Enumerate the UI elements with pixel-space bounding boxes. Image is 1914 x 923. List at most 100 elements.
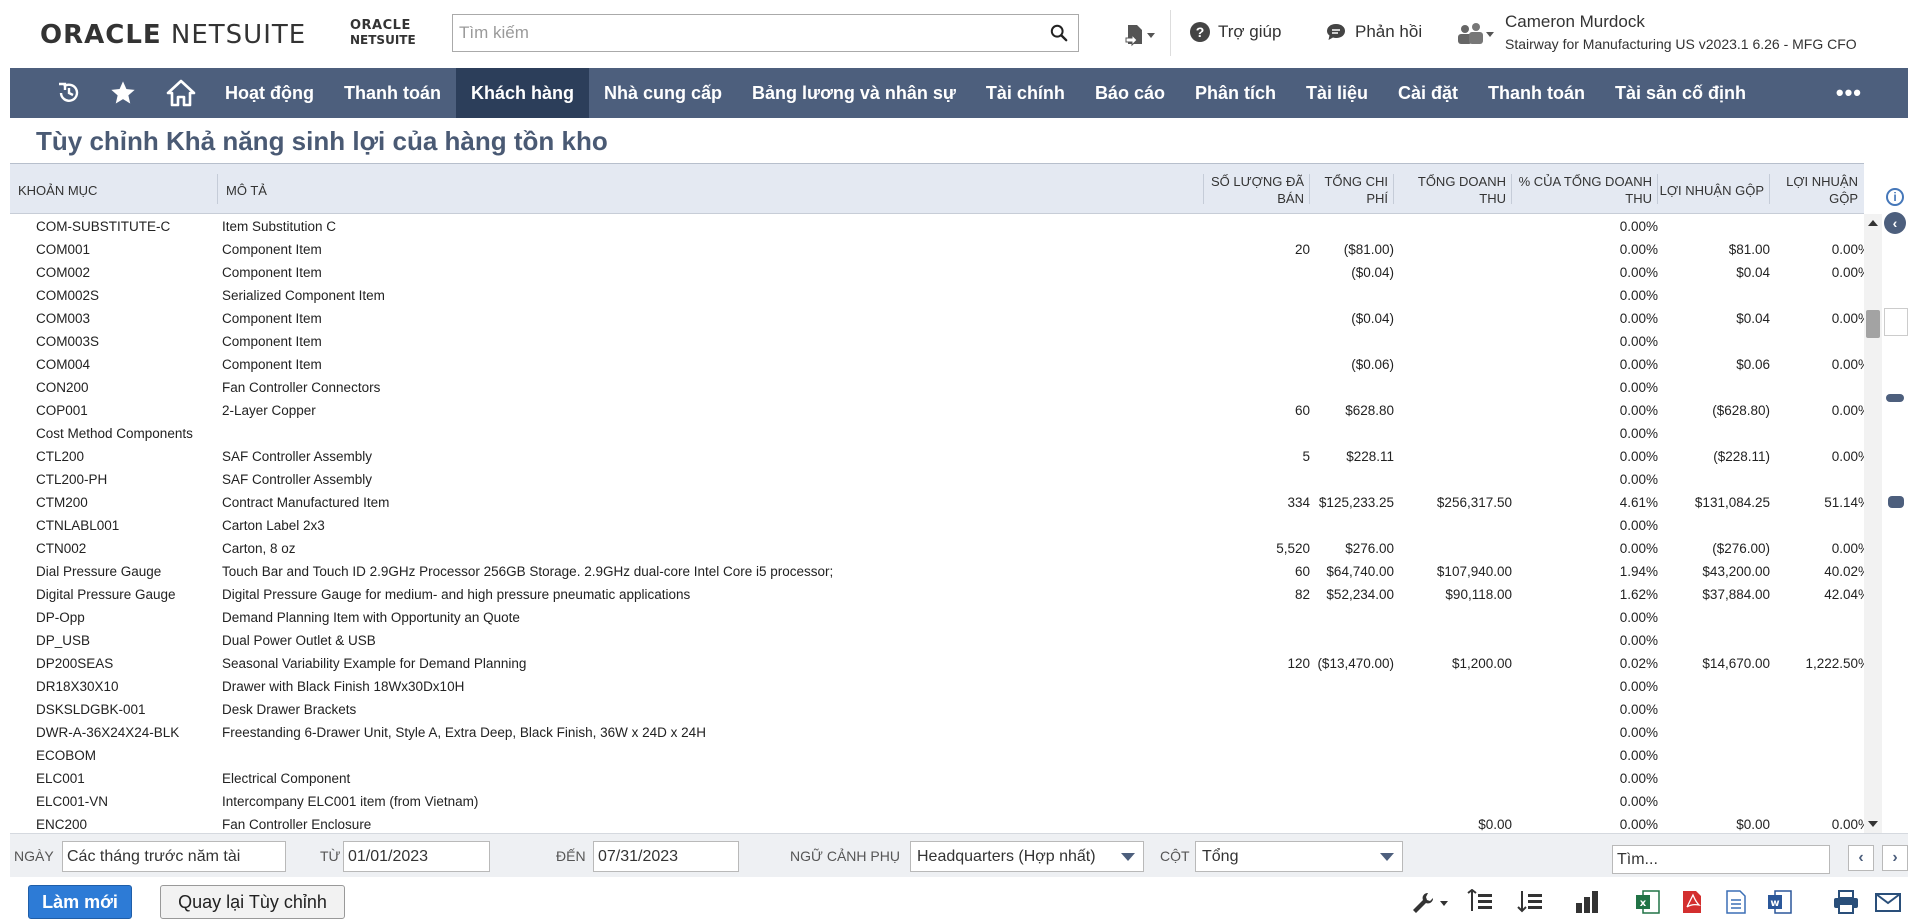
nav-item-payroll-hr[interactable]: Bảng lương và nhân sự: [737, 68, 971, 118]
table-row[interactable]: DP200SEAS Seasonal Variability Example fo…: [10, 652, 1864, 675]
chart-icon[interactable]: [1574, 889, 1602, 915]
print-icon[interactable]: [1832, 889, 1860, 915]
next-result-button[interactable]: ›: [1882, 845, 1908, 871]
search-input[interactable]: [453, 15, 1013, 51]
column-header-gross-profit-pct[interactable]: LỢI NHUẬN GỘP: [1770, 164, 1864, 214]
nav-item-documents[interactable]: Tài liệu: [1291, 68, 1383, 118]
table-row[interactable]: CTN002 Carton, 8 oz 5,520 $276.00 0.00% ($276…: [10, 537, 1864, 560]
table-row[interactable]: COP001 2-Layer Copper 60 $628.80 0.00% ($628.…: [10, 399, 1864, 422]
table-row[interactable]: CTL200 SAF Controller Assembly 5 $228.11 0.0…: [10, 445, 1864, 468]
table-row[interactable]: DWR-A-36X24X24-BLK Freestanding 6-Drawer …: [10, 721, 1864, 744]
subsidiary-context-select[interactable]: Headquarters (Hợp nhất): [910, 841, 1144, 872]
nav-item-payments-2[interactable]: Thanh toán: [1473, 68, 1600, 118]
nav-item-setup[interactable]: Cài đặt: [1383, 68, 1473, 118]
table-row[interactable]: ENC200 Fan Controller Enclosure $0.00 0.00%…: [10, 813, 1864, 834]
cell-gross-profit: $37,884.00: [1702, 587, 1770, 602]
collapse-panel-icon[interactable]: ‹: [1884, 212, 1906, 234]
nav-home[interactable]: [152, 68, 210, 118]
nav-item-analytics[interactable]: Phân tích: [1180, 68, 1291, 118]
recent-records-icon[interactable]: [1122, 22, 1156, 48]
column-header-qty-sold[interactable]: SỐ LƯỢNG ĐÃ BÁN: [1204, 164, 1310, 214]
column-select[interactable]: Tổng: [1195, 841, 1403, 872]
cell-gross-profit: $14,670.00: [1702, 656, 1770, 671]
help-link[interactable]: ? Trợ giúp: [1190, 22, 1281, 42]
table-row[interactable]: COM003 Component Item ($0.04) 0.00% $0.04 0.0…: [10, 307, 1864, 330]
cell-item: COM002: [36, 265, 91, 280]
csv-export-icon[interactable]: [1722, 889, 1750, 915]
side-panel-toggle[interactable]: [1884, 308, 1908, 336]
table-row[interactable]: CTNLABL001 Carton Label 2x3 0.00%: [10, 514, 1864, 537]
cell-pct-revenue: 0.00%: [1619, 334, 1658, 349]
table-row[interactable]: COM004 Component Item ($0.06) 0.00% $0.06 0.0…: [10, 353, 1864, 376]
previous-result-button[interactable]: ‹: [1848, 845, 1874, 871]
column-header-item[interactable]: KHOẢN MỤC: [10, 164, 218, 214]
scroll-thumb[interactable]: [1866, 310, 1880, 338]
nav-item-fixed-assets[interactable]: Tài sản cố định: [1600, 68, 1761, 118]
column-header-pct-revenue[interactable]: % CỦA TỔNG DOANH THU: [1512, 164, 1658, 214]
feedback-link[interactable]: Phản hồi: [1325, 22, 1422, 42]
word-export-icon[interactable]: w: [1766, 889, 1794, 915]
logo-netsuite-text: NETSUITE: [170, 20, 307, 50]
table-row[interactable]: COM001 Component Item 20 ($81.00) 0.00% $81.0…: [10, 238, 1864, 261]
back-to-customize-button[interactable]: Quay lại Tùy chỉnh: [160, 885, 345, 919]
scroll-up-arrow[interactable]: [1868, 220, 1878, 226]
table-row[interactable]: DSKSLDGBK-001 Desk Drawer Brackets 0.00%: [10, 698, 1864, 721]
table-row[interactable]: CTL200-PH SAF Controller Assembly 0.00%: [10, 468, 1864, 491]
table-scrollbar[interactable]: [1864, 214, 1882, 833]
nav-shortcuts[interactable]: [94, 68, 152, 118]
collapse-all-icon[interactable]: [1466, 889, 1494, 915]
table-row[interactable]: COM-SUBSTITUTE-C Item Substitution C 0.00%: [10, 215, 1864, 238]
email-icon[interactable]: [1874, 889, 1902, 915]
table-row[interactable]: ECOBOM 0.00%: [10, 744, 1864, 767]
excel-export-icon[interactable]: x: [1634, 889, 1662, 915]
table-row[interactable]: COM002 Component Item ($0.04) 0.00% $0.04 0.0…: [10, 261, 1864, 284]
drag-handle-icon[interactable]: [1886, 394, 1904, 402]
cell-description: Seasonal Variability Example for Demand …: [222, 656, 527, 671]
nav-more-menu[interactable]: •••: [1836, 68, 1862, 118]
find-in-report-input[interactable]: Tìm...: [1612, 845, 1830, 874]
nav-item-vendors[interactable]: Nhà cung cấp: [589, 68, 737, 118]
table-row[interactable]: COM002S Serialized Component Item 0.00%: [10, 284, 1864, 307]
pdf-export-icon[interactable]: [1678, 889, 1706, 915]
date-range-select[interactable]: Các tháng trước năm tài: [62, 841, 286, 872]
table-row[interactable]: Dial Pressure Gauge Touch Bar and Touch I…: [10, 560, 1864, 583]
nav-item-financial[interactable]: Tài chính: [971, 68, 1080, 118]
column-header-total-cost[interactable]: TỔNG CHI PHÍ: [1310, 164, 1394, 214]
table-row[interactable]: ELC001 Electrical Component 0.00%: [10, 767, 1864, 790]
nav-item-payments[interactable]: Thanh toán: [329, 68, 456, 118]
cell-item: DR18X30X10: [36, 679, 119, 694]
nav-item-customers[interactable]: Khách hàng: [455, 68, 589, 118]
nav-recent-records[interactable]: [44, 68, 94, 118]
user-roles-icon[interactable]: [1455, 22, 1495, 46]
refresh-button[interactable]: Làm mới: [28, 885, 132, 919]
table-row[interactable]: DP_USB Dual Power Outlet & USB 0.00%: [10, 629, 1864, 652]
to-date-input[interactable]: 07/31/2023: [593, 841, 739, 872]
home-icon: [166, 79, 196, 107]
column-header-gross-profit[interactable]: LỢI NHUẬN GỘP: [1658, 164, 1770, 214]
wrench-icon[interactable]: [1410, 889, 1450, 915]
table-row[interactable]: CTM200 Contract Manufactured Item 334 $125,…: [10, 491, 1864, 514]
info-icon[interactable]: i: [1886, 188, 1904, 206]
cell-qty-sold: 60: [1294, 564, 1310, 579]
table-row[interactable]: DR18X30X10 Drawer with Black Finish 18Wx3…: [10, 675, 1864, 698]
cell-pct-revenue: 0.00%: [1619, 288, 1658, 303]
table-row[interactable]: COM003S Component Item 0.00%: [10, 330, 1864, 353]
drag-handle-icon[interactable]: [1888, 496, 1904, 508]
cell-pct-revenue: 0.00%: [1619, 679, 1658, 694]
cell-pct-revenue: 0.00%: [1619, 311, 1658, 326]
table-row[interactable]: Cost Method Components 0.00%: [10, 422, 1864, 445]
table-row[interactable]: CON200 Fan Controller Connectors 0.00%: [10, 376, 1864, 399]
from-date-input[interactable]: 01/01/2023: [343, 841, 490, 872]
table-row[interactable]: ELC001-VN Intercompany ELC001 item (from …: [10, 790, 1864, 813]
nav-item-reports[interactable]: Báo cáo: [1080, 68, 1180, 118]
search-icon[interactable]: [1050, 24, 1068, 42]
column-header-total-revenue[interactable]: TỔNG DOANH THU: [1394, 164, 1512, 214]
column-header-description[interactable]: MÔ TẢ: [218, 164, 1204, 214]
expand-all-icon[interactable]: [1516, 889, 1544, 915]
scroll-down-arrow[interactable]: [1868, 821, 1878, 827]
table-row[interactable]: DP-Opp Demand Planning Item with Opportun…: [10, 606, 1864, 629]
oracle-netsuite-logo[interactable]: ORACLE NETSUITE: [40, 20, 306, 50]
table-row[interactable]: Digital Pressure Gauge Digital Pressure G…: [10, 583, 1864, 606]
nav-item-activities[interactable]: Hoạt động: [210, 68, 329, 118]
svg-text:w: w: [1770, 898, 1779, 909]
